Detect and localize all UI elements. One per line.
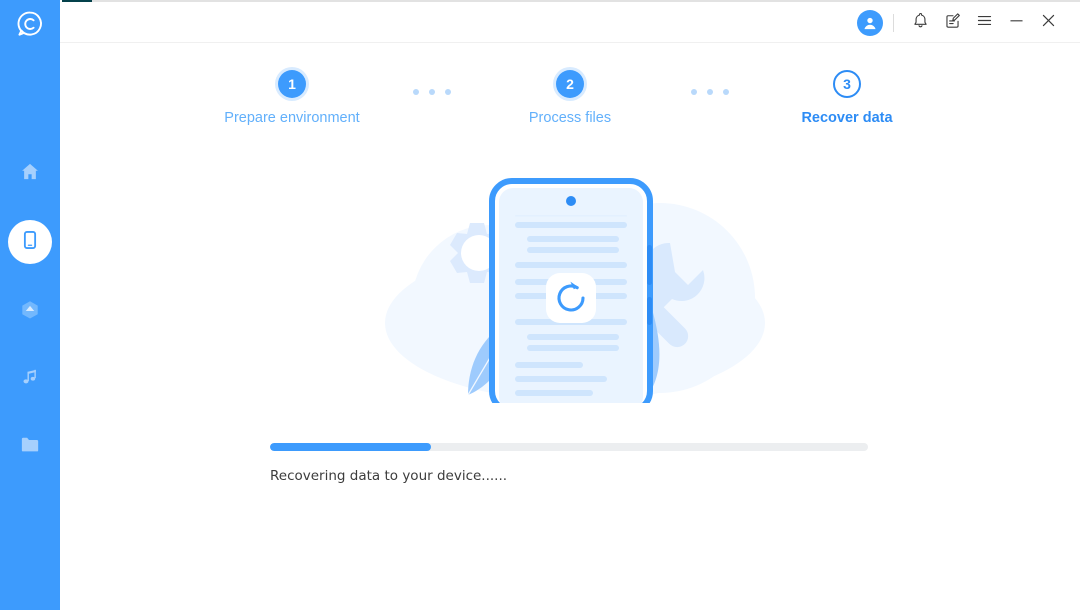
notifications-button[interactable] <box>904 7 936 39</box>
window-controls <box>857 2 1064 43</box>
sidebar-item-device[interactable] <box>0 220 60 264</box>
title-bar <box>60 2 1080 43</box>
step-1-number: 1 <box>278 70 306 98</box>
folder-icon <box>19 433 42 461</box>
home-icon <box>19 161 41 188</box>
separator-dot <box>413 89 419 95</box>
separator-dot <box>723 89 729 95</box>
music-icon <box>20 367 40 392</box>
header-divider <box>893 13 894 32</box>
close-button[interactable] <box>1032 7 1064 39</box>
account-button[interactable] <box>857 7 889 39</box>
step-2[interactable]: 2 Process files <box>470 70 670 126</box>
step-1-label: Prepare environment <box>224 110 360 126</box>
separator-dot <box>707 89 713 95</box>
bell-icon <box>911 11 930 35</box>
close-icon <box>1039 11 1058 35</box>
sidebar-item-files[interactable] <box>0 425 60 469</box>
sidebar-item-home[interactable] <box>0 152 60 196</box>
chat-circle-logo-icon <box>15 9 45 44</box>
refresh-badge <box>546 273 596 323</box>
step-separator-2 <box>691 89 729 95</box>
avatar <box>857 9 883 36</box>
stepper: 1 Prepare environment 2 Process files 3 … <box>60 70 1080 150</box>
step-2-number: 2 <box>556 70 584 98</box>
sidebar-item-cloud[interactable] <box>0 289 60 333</box>
progress-status-text: Recovering data to your device...... <box>270 468 508 484</box>
step-3-label: Recover data <box>801 110 893 126</box>
separator-dot <box>445 89 451 95</box>
app-logo[interactable] <box>0 6 60 46</box>
separator-dot <box>429 89 435 95</box>
cloud-icon <box>19 298 41 325</box>
phone-icon <box>19 229 41 256</box>
progress-bar-track <box>270 443 868 451</box>
progress-bar-fill <box>270 443 432 451</box>
sidebar-item-music[interactable] <box>0 357 60 401</box>
feedback-button[interactable] <box>936 7 968 39</box>
progress-section: Recovering data to your device...... <box>270 443 870 484</box>
app-window: 1 Prepare environment 2 Process files 3 … <box>0 0 1080 610</box>
hamburger-menu-icon <box>975 11 994 35</box>
step-3-number: 3 <box>833 70 861 98</box>
minimize-icon <box>1007 11 1026 35</box>
separator-dot <box>691 89 697 95</box>
note-edit-icon <box>943 11 962 35</box>
step-2-label: Process files <box>528 110 612 126</box>
main-content: 1 Prepare environment 2 Process files 3 … <box>60 43 1080 610</box>
step-separator-1 <box>413 89 451 95</box>
menu-button[interactable] <box>968 7 1000 39</box>
phone-data-recovery-illustration <box>370 173 770 414</box>
step-3[interactable]: 3 Recover data <box>747 70 947 126</box>
minimize-button[interactable] <box>1000 7 1032 39</box>
sidebar <box>0 0 60 610</box>
step-1[interactable]: 1 Prepare environment <box>192 70 392 126</box>
